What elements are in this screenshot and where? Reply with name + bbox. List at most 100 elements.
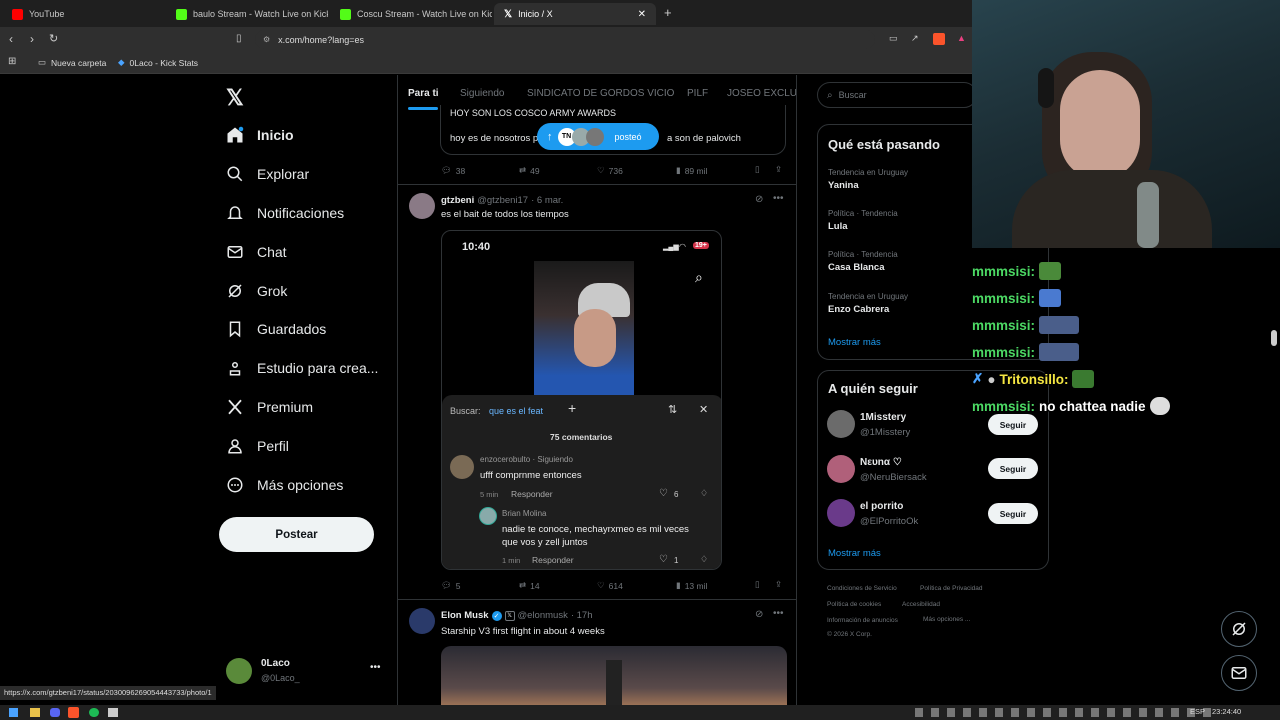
tab-youtube[interactable]: YouTube (2, 3, 164, 25)
nav-chat[interactable]: Chat (226, 243, 287, 261)
brave-icon[interactable] (68, 707, 79, 718)
show-more-link[interactable]: Mostrar más (828, 548, 881, 559)
share-icon[interactable]: ↗ (911, 33, 919, 44)
share-icon[interactable]: ⇪ (775, 164, 782, 175)
tab-list-joseo[interactable]: JOSEO EXCLUSI (727, 88, 796, 99)
tab-list-sindicato[interactable]: SINDICATO DE GORDOS VICIO (527, 88, 674, 99)
nav-creator-studio[interactable]: Estudio para crea... (226, 359, 378, 377)
author-name[interactable]: gtzbeni (441, 195, 474, 206)
post-media[interactable] (441, 646, 787, 705)
bookmark-page-icon[interactable]: ▯ (236, 33, 242, 44)
footer-link[interactable]: Política de cookies (827, 601, 881, 608)
explorer-icon[interactable] (30, 708, 40, 717)
heart-icon[interactable]: ♡ (659, 488, 668, 499)
reply-button[interactable]: 💬︎ 5 (441, 580, 461, 591)
back-icon[interactable]: ‹ (9, 32, 13, 46)
more-dots-icon[interactable]: ••• (370, 662, 381, 673)
brave-rewards-icon[interactable]: ▲ (957, 33, 966, 43)
tab-baulo-stream[interactable]: baulo Stream - Watch Live on Kick (166, 3, 328, 25)
more-dots-icon[interactable]: ••• (773, 193, 784, 204)
author-name[interactable]: Elon Musk (441, 610, 489, 621)
footer-link[interactable]: Más opciones ... (923, 616, 970, 623)
grok-icon[interactable]: ⊘ (755, 194, 763, 205)
reply-link[interactable]: Responder (511, 489, 553, 499)
nav-notifications[interactable]: Notificaciones (226, 204, 344, 222)
close-icon[interactable]: ✕ (699, 403, 708, 416)
follow-button[interactable]: Seguir (988, 414, 1038, 435)
more-dots-icon[interactable]: ••• (773, 608, 784, 619)
follow-name[interactable]: Nευnα ♡ (860, 457, 902, 468)
nav-explore[interactable]: Explorar (226, 165, 309, 183)
nav-premium[interactable]: Premium (226, 398, 313, 416)
repost-button[interactable]: ⇄ 14 (519, 580, 540, 591)
bookmark-icon[interactable]: ▯ (755, 164, 760, 175)
like-button[interactable]: ♡ 736 (597, 165, 623, 176)
nav-more-options[interactable]: Más opciones (226, 476, 343, 494)
bookmark-folder[interactable]: ▭ Nueva carpeta (38, 57, 106, 68)
reply-link[interactable]: Responder (532, 555, 574, 565)
nav-grok[interactable]: Grok (226, 282, 287, 300)
tab-coscu-stream[interactable]: Coscu Stream - Watch Live on Kick (330, 3, 492, 25)
nav-home[interactable]: Inicio (226, 126, 294, 144)
bookmark-kick-stats[interactable]: ◆ 0Laco - Kick Stats (118, 57, 198, 68)
author-handle[interactable]: @elonmusk (518, 610, 568, 621)
footer-link[interactable]: Información de anuncios (827, 617, 898, 624)
scrollbar-thumb[interactable] (1271, 330, 1277, 346)
like-button[interactable]: ♡ 614 (597, 580, 623, 591)
comments-search-query[interactable]: que es el feat (489, 406, 543, 416)
post-media[interactable]: 10:40 ▂▄▆ ◠ 19+ ⌕ Buscar: que es el feat… (441, 230, 722, 570)
obs-icon[interactable] (108, 708, 118, 717)
site-info-icon[interactable]: ⚙ (263, 35, 270, 44)
dislike-icon[interactable]: ♢ (700, 488, 708, 499)
follow-button[interactable]: Seguir (988, 458, 1038, 479)
search-icon[interactable]: ⌕ (695, 269, 703, 286)
url-field[interactable]: ⚙ x.com/home?lang=es (255, 30, 875, 49)
messages-float-button[interactable] (1221, 655, 1257, 691)
trend-item[interactable]: Política · Tendencia Lula (828, 209, 898, 232)
author-handle[interactable]: @gtzbeni17 (477, 195, 528, 206)
grok-icon[interactable]: ⊘ (755, 609, 763, 620)
avatar[interactable] (827, 455, 855, 483)
search-input[interactable]: ⌕ Buscar (817, 82, 977, 108)
follow-button[interactable]: Seguir (988, 503, 1038, 524)
discord-icon[interactable] (50, 708, 60, 717)
language-indicator[interactable]: ESP (1190, 707, 1205, 716)
footer-link[interactable]: Política de Privacidad (920, 585, 983, 592)
dislike-icon[interactable]: ♢ (700, 554, 708, 565)
follow-name[interactable]: el porrito (860, 501, 903, 512)
follow-name[interactable]: 1Misstery (860, 412, 906, 423)
new-tab-icon[interactable]: + (664, 5, 672, 20)
close-icon[interactable]: ✕ (638, 9, 646, 20)
avatar[interactable] (409, 608, 435, 634)
views-button[interactable]: ▮ 13 mil (676, 580, 707, 591)
apps-grid-icon[interactable]: ⊞ (8, 56, 16, 67)
repost-button[interactable]: ⇄ 49 (519, 165, 540, 176)
heart-icon[interactable]: ♡ (659, 554, 668, 565)
footer-link[interactable]: Condiciones de Servicio (827, 585, 897, 592)
nav-profile[interactable]: Perfil (226, 437, 289, 455)
avatar[interactable] (827, 499, 855, 527)
footer-link[interactable]: Accesibilidad (902, 601, 940, 608)
x-logo[interactable]: 𝕏 (226, 85, 244, 111)
trend-item[interactable]: Política · Tendencia Casa Blanca (828, 250, 898, 273)
post-button[interactable]: Postear (219, 517, 374, 552)
tab-for-you[interactable]: Para ti (408, 88, 439, 99)
show-more-link[interactable]: Mostrar más (828, 337, 881, 348)
share-icon[interactable]: ⇪ (775, 579, 782, 590)
tab-list-pilf[interactable]: PILF (687, 88, 708, 99)
reply-button[interactable]: 💬︎ 38 (441, 165, 465, 176)
avatar[interactable] (827, 410, 855, 438)
grok-float-button[interactable] (1221, 611, 1257, 647)
tab-following[interactable]: Siguiendo (460, 88, 504, 99)
nav-bookmarks[interactable]: Guardados (226, 320, 326, 338)
new-posts-pill[interactable]: ↑ TN posteó (537, 123, 659, 150)
post-date[interactable]: · 17h (571, 610, 593, 621)
brave-shield-icon[interactable] (933, 33, 945, 45)
clock[interactable]: 23:24:40 (1212, 707, 1241, 716)
bookmark-icon[interactable]: ▯ (755, 579, 760, 590)
forward-icon[interactable]: › (30, 32, 34, 46)
tray-icons[interactable] (915, 708, 1215, 717)
reload-icon[interactable]: ↻ (49, 32, 58, 45)
account-switcher[interactable]: 0Laco @0Laco_ ••• (226, 656, 406, 686)
post-date[interactable]: · 6 mar. (531, 195, 563, 206)
